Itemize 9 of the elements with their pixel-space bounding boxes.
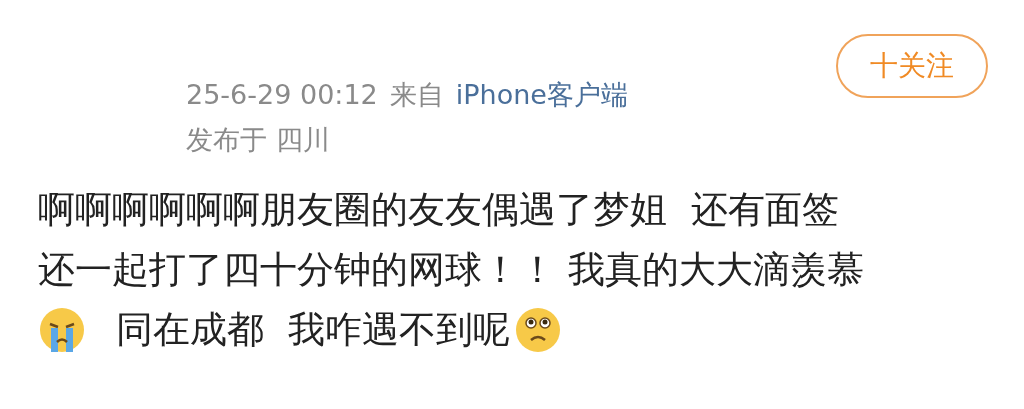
post-text: 还一起打了四十分钟的网球！！ 我真的大大滴羡慕 xyxy=(38,247,864,293)
worried-face-icon xyxy=(513,306,562,354)
post-location: 发布于 四川 xyxy=(186,123,330,157)
post-time: 25-6-29 00:12 xyxy=(186,78,378,112)
post-text: 啊啊啊啊啊啊朋友圈的友友偶遇了梦姐 还有面签 xyxy=(38,187,839,233)
source-label: 来自 xyxy=(389,78,444,112)
crying-face-icon xyxy=(38,306,86,354)
source-link[interactable]: iPhone客户端 xyxy=(455,72,628,117)
post-text: 同在成都 我咋遇不到呢 xyxy=(116,307,510,353)
